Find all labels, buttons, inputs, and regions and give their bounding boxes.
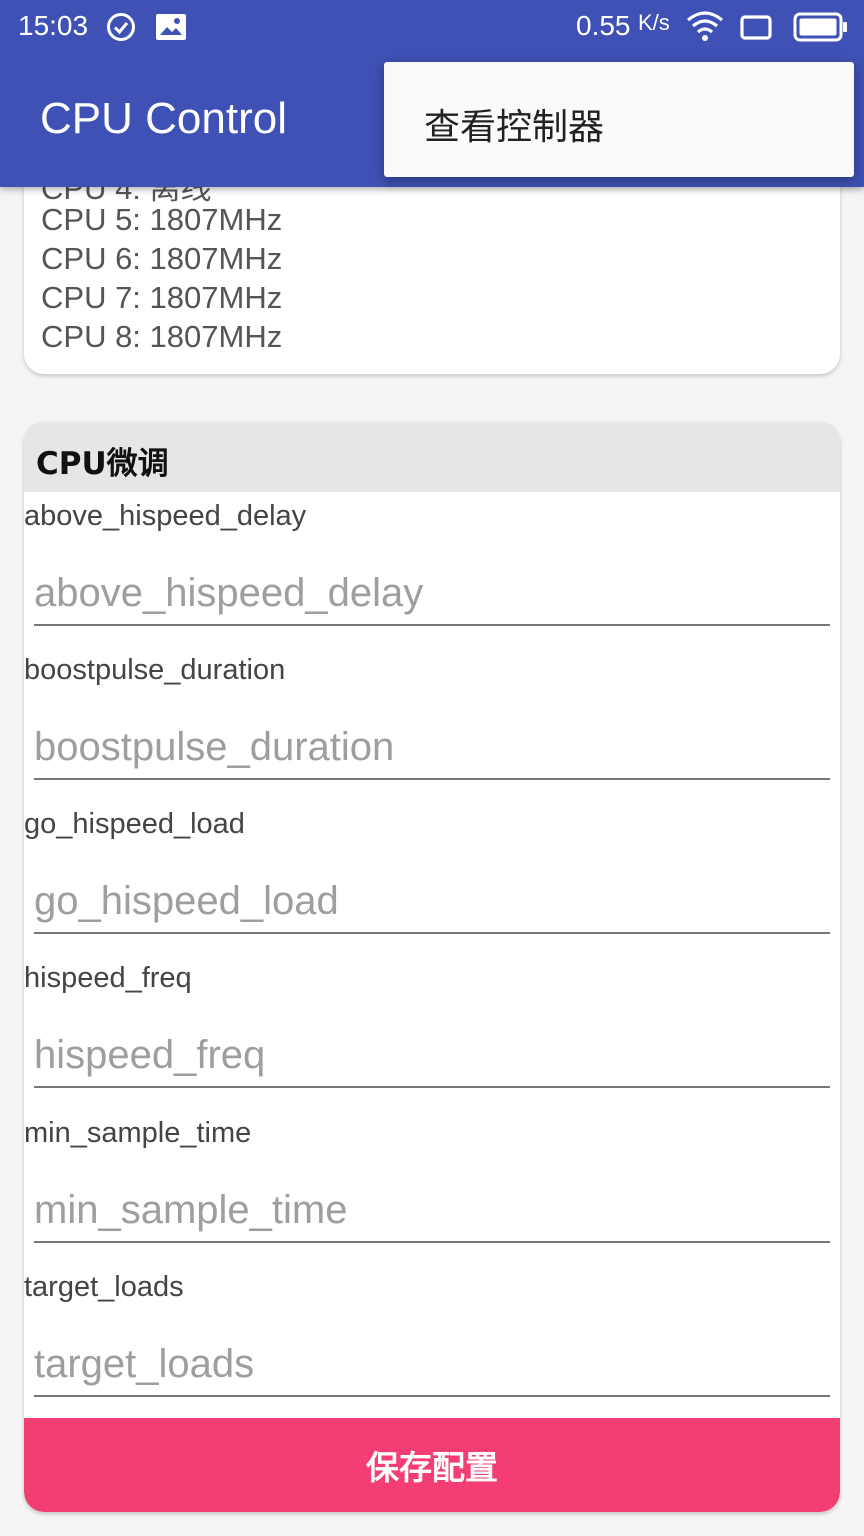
min-sample-time-input[interactable]	[34, 1179, 830, 1243]
net-speed: 0.55	[576, 10, 631, 41]
overflow-menu: 查看控制器	[384, 62, 854, 177]
battery-icon	[793, 12, 849, 46]
status-bar: 15:03 0.55 K/s	[0, 0, 864, 56]
cpu-line: CPU 5: 1807MHz	[41, 202, 283, 237]
wifi-icon	[686, 10, 724, 46]
net-speed-unit: K/s	[638, 10, 670, 35]
field-label-target-loads: target_loads	[24, 1271, 184, 1303]
field-label-hispeed-freq: hispeed_freq	[24, 962, 192, 994]
app-title: CPU Control	[40, 94, 287, 143]
field-label-above-hispeed-delay: above_hispeed_delay	[24, 500, 307, 532]
image-notification-icon	[155, 13, 187, 45]
card-title: CPU微调	[36, 446, 169, 482]
cpu-info-card: CPU 4: 离线 CPU 5: 1807MHz CPU 6: 1807MHz …	[24, 160, 840, 374]
cpu-tuning-card: CPU微调 above_hispeed_delay boostpulse_dur…	[24, 422, 840, 1512]
card-header: CPU微调	[24, 422, 840, 492]
field-label-boostpulse-duration: boostpulse_duration	[24, 654, 286, 686]
cpu-line: CPU 8: 1807MHz	[41, 319, 283, 354]
field-label-min-sample-time: min_sample_time	[24, 1117, 252, 1149]
above-hispeed-delay-input[interactable]	[34, 562, 830, 626]
cpu-line: CPU 6: 1807MHz	[41, 241, 283, 276]
save-config-button[interactable]: 保存配置	[24, 1418, 840, 1512]
target-loads-input[interactable]	[34, 1333, 830, 1397]
hispeed-freq-input[interactable]	[34, 1024, 830, 1088]
field-label-go-hispeed-load: go_hispeed_load	[24, 808, 245, 840]
boostpulse-duration-input[interactable]	[34, 716, 830, 780]
menu-item-view-controller[interactable]: 查看控制器	[424, 98, 604, 150]
screen-rotate-icon	[740, 13, 774, 45]
go-hispeed-load-input[interactable]	[34, 870, 830, 934]
status-time: 15:03	[18, 10, 89, 41]
cpu-line: CPU 7: 1807MHz	[41, 280, 283, 315]
check-circle-icon	[106, 12, 136, 46]
